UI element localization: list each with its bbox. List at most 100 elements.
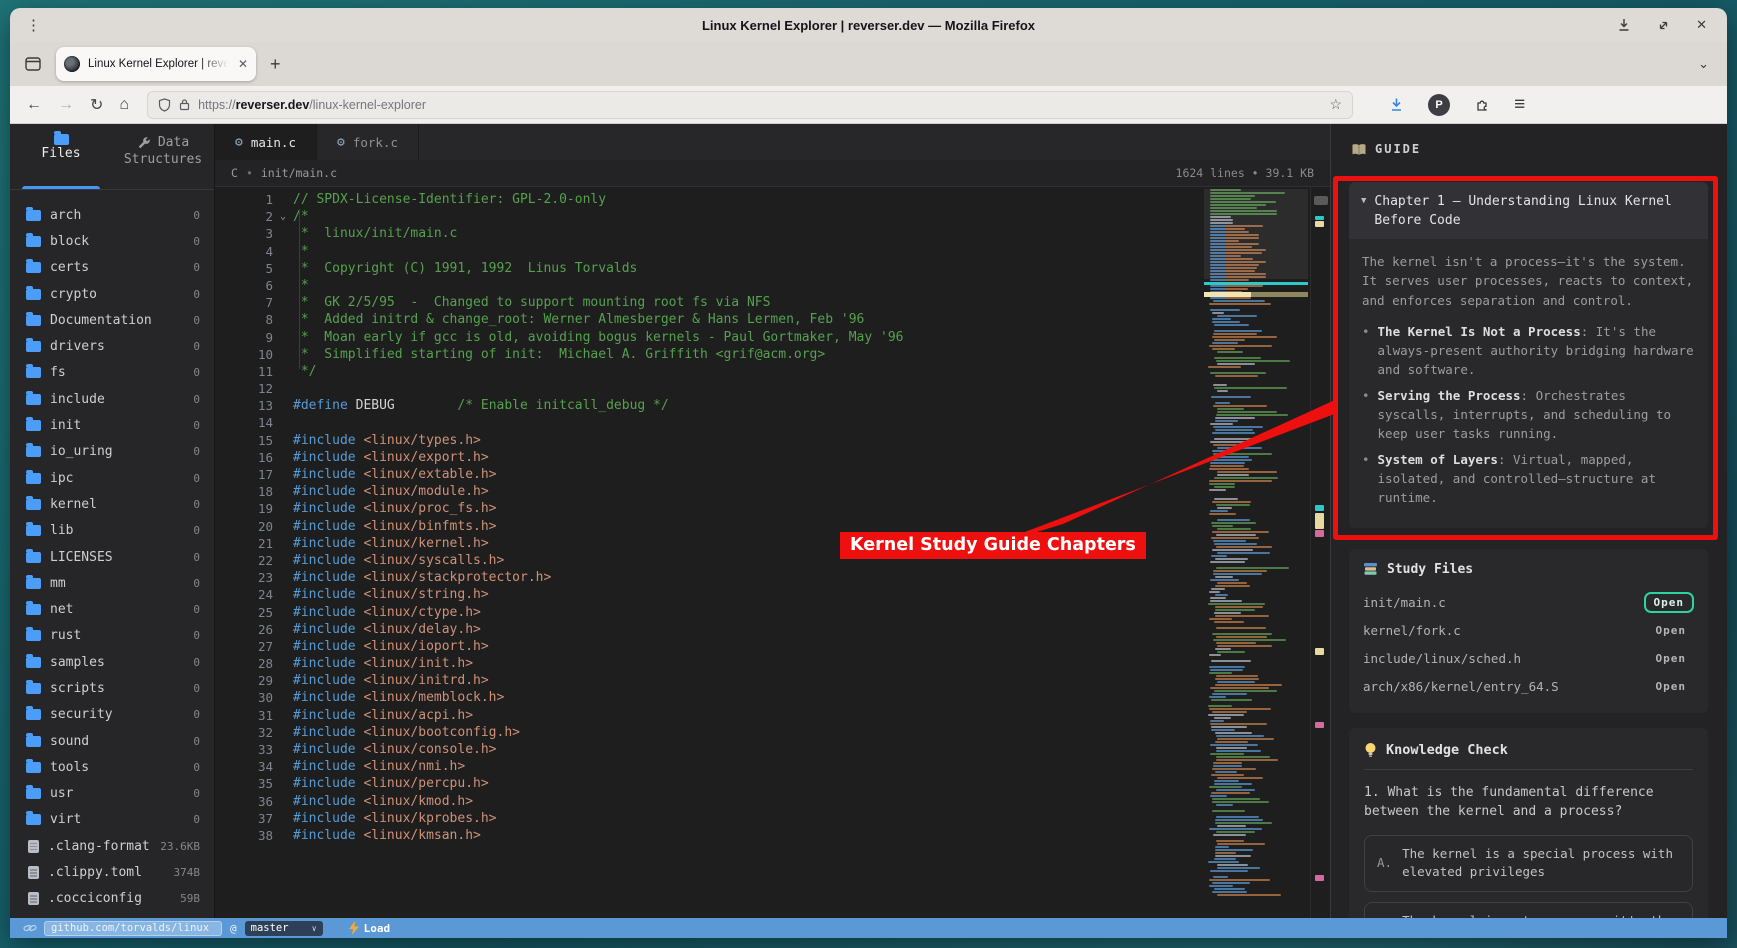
code-line: 25#include <linux/ctype.h>: [215, 604, 1200, 621]
folder-name: virt: [50, 812, 81, 827]
tree-folder-row[interactable]: scripts0: [10, 675, 214, 701]
browser-tab[interactable]: Linux Kernel Explorer | rever ✕: [56, 47, 256, 81]
fold-caret-icon: [273, 260, 293, 277]
extensions-puzzle-icon[interactable]: [1474, 97, 1490, 113]
tree-folder-row[interactable]: include0: [10, 386, 214, 412]
sidebar-tab-files[interactable]: Files: [10, 134, 112, 189]
tree-folder-row[interactable]: rust0: [10, 623, 214, 649]
editor-tab-fork.c[interactable]: ⚙fork.c: [317, 124, 419, 160]
tree-folder-row[interactable]: fs0: [10, 360, 214, 386]
tree-folder-row[interactable]: drivers0: [10, 333, 214, 359]
maximize-icon[interactable]: [1657, 19, 1670, 32]
url-bar[interactable]: https://reverser.dev/linux-kernel-explor…: [147, 91, 1353, 119]
open-button[interactable]: Open: [1648, 650, 1695, 667]
load-button[interactable]: Load: [349, 921, 391, 935]
chapter-title: Chapter 1 — Understanding Linux Kernel B…: [1374, 192, 1694, 230]
quiz-option[interactable]: A.The kernel is a special process with e…: [1364, 835, 1693, 892]
editor-tabstrip: ⚙main.c⚙fork.c: [215, 124, 1330, 160]
folder-name: scripts: [50, 681, 105, 696]
menu-hamburger-icon[interactable]: ≡: [1514, 94, 1525, 116]
file-name: .cocciconfig: [48, 891, 142, 906]
titlebar-download-icon[interactable]: [1617, 18, 1631, 32]
tree-folder-row[interactable]: security0: [10, 702, 214, 728]
close-icon[interactable]: ✕: [1696, 17, 1707, 33]
reload-icon[interactable]: ↻: [90, 95, 103, 115]
code-text: /*: [293, 208, 309, 225]
back-icon[interactable]: ←: [26, 96, 42, 114]
line-number: 24: [215, 586, 273, 603]
tracking-shield-icon[interactable]: [158, 98, 171, 112]
folder-name: io_uring: [50, 444, 113, 459]
tree-folder-row[interactable]: sound0: [10, 728, 214, 754]
tree-folder-row[interactable]: kernel0: [10, 491, 214, 517]
ruler-mark: [1315, 875, 1324, 881]
fold-caret-icon[interactable]: ⌄: [273, 208, 293, 225]
open-button[interactable]: Open: [1648, 678, 1695, 695]
tree-folder-row[interactable]: block0: [10, 228, 214, 254]
code-line: 9 * Moan early if gcc is old, avoiding b…: [215, 329, 1200, 346]
folder-count: 0: [193, 445, 200, 458]
new-tab-button[interactable]: +: [270, 54, 281, 75]
tree-folder-row[interactable]: crypto0: [10, 281, 214, 307]
repo-url-input[interactable]: [44, 921, 222, 936]
tab-close-icon[interactable]: ✕: [238, 57, 248, 71]
bookmark-star-icon[interactable]: ☆: [1330, 96, 1343, 113]
firefox-view-icon[interactable]: [24, 55, 42, 73]
lock-icon[interactable]: [179, 98, 190, 111]
tree-folder-row[interactable]: samples0: [10, 649, 214, 675]
minimap-viewport[interactable]: [1204, 189, 1308, 279]
divider: [1364, 769, 1693, 770]
downloads-icon[interactable]: [1389, 97, 1404, 112]
folder-name: mm: [50, 576, 66, 591]
tree-file-row[interactable]: .clippy.toml374B: [10, 859, 214, 885]
tree-folder-row[interactable]: io_uring 0: [10, 439, 214, 465]
tree-folder-row[interactable]: lib0: [10, 518, 214, 544]
code-line: 14: [215, 414, 1200, 431]
chapter-header[interactable]: ▼ Chapter 1 — Understanding Linux Kernel…: [1349, 182, 1708, 239]
tree-file-row[interactable]: .cocciconfig59B: [10, 886, 214, 912]
forward-icon[interactable]: →: [58, 96, 74, 114]
tree-folder-row[interactable]: tools0: [10, 754, 214, 780]
code-text: * GK 2/5/95 - Changed to support mountin…: [293, 294, 770, 311]
tree-folder-row[interactable]: LICENSES0: [10, 544, 214, 570]
list-all-tabs-icon[interactable]: ⌄: [1698, 56, 1709, 72]
code-text: #include <linux/percpu.h>: [293, 775, 489, 792]
tree-folder-row[interactable]: init0: [10, 412, 214, 438]
home-icon[interactable]: ⌂: [119, 96, 129, 114]
file-tree: arch0block0certs0crypto0Documentation0dr…: [10, 190, 214, 918]
branch-select[interactable]: master ∨: [245, 921, 323, 936]
folder-count: 0: [193, 209, 200, 222]
tree-folder-row[interactable]: Documentation0: [10, 307, 214, 333]
scrollbar-thumb[interactable]: [1314, 196, 1328, 205]
tree-file-row[interactable]: .clang-format23.6KB: [10, 833, 214, 859]
tree-folder-row[interactable]: certs0: [10, 255, 214, 281]
collapse-caret-icon[interactable]: ▼: [1361, 192, 1366, 230]
open-button[interactable]: Open: [1644, 592, 1695, 613]
tree-folder-row[interactable]: net0: [10, 596, 214, 622]
code-text: * linux/init/main.c: [293, 225, 457, 242]
bullet-dot: •: [1362, 386, 1370, 444]
sidebar-tab-data-structures[interactable]: DataStructures: [112, 134, 214, 189]
editor-tab-main.c[interactable]: ⚙main.c: [215, 124, 317, 160]
code-text: #include <linux/extable.h>: [293, 466, 497, 483]
tree-folder-row[interactable]: ipc0: [10, 465, 214, 491]
guide-panel: GUIDE ▼ Chapter 1 — Understanding Linux …: [1330, 124, 1727, 918]
minimap[interactable]: [1204, 189, 1308, 918]
fold-caret-icon: [273, 758, 293, 775]
tree-folder-row[interactable]: virt0: [10, 807, 214, 833]
file-icon: [28, 840, 39, 853]
code-line: 19#include <linux/proc_fs.h>: [215, 500, 1200, 517]
tree-folder-row[interactable]: arch0: [10, 202, 214, 228]
tree-folder-row[interactable]: mm0: [10, 570, 214, 596]
tree-folder-row[interactable]: usr0: [10, 781, 214, 807]
quiz-option[interactable]: B.The kernel is not a process—it's the s…: [1364, 902, 1693, 918]
code-line: 36#include <linux/kmod.h>: [215, 793, 1200, 810]
code-line: 3 * linux/init/main.c: [215, 225, 1200, 242]
profile-avatar[interactable]: P: [1428, 94, 1450, 116]
fold-caret-icon: [273, 500, 293, 517]
folder-name: include: [50, 392, 105, 407]
browser-tab-title: Linux Kernel Explorer | rever: [88, 58, 228, 70]
code-text: #include <linux/string.h>: [293, 586, 489, 603]
code-line: 11 */: [215, 363, 1200, 380]
open-button[interactable]: Open: [1648, 622, 1695, 639]
